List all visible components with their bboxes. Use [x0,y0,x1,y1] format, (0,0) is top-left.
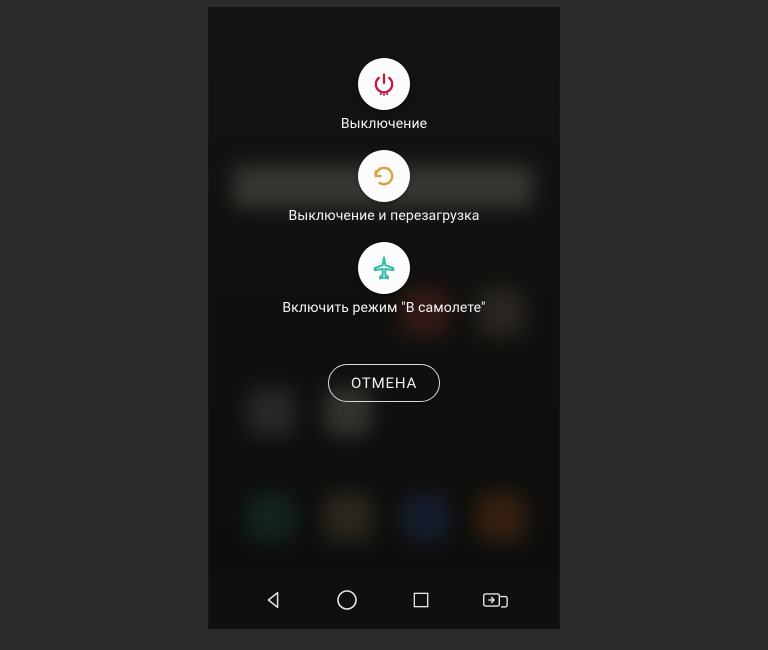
power-off-label: Выключение [341,116,427,132]
nav-recent-button[interactable] [408,587,434,613]
power-icon [358,58,410,110]
cancel-button[interactable]: ОТМЕНА [328,364,440,402]
home-icon [335,588,359,612]
navigation-bar [209,572,559,628]
airplane-icon [358,242,410,294]
nav-back-button[interactable] [260,587,286,613]
dual-window-icon [482,589,508,611]
restart-icon [358,150,410,202]
airplane-mode-option[interactable]: Включить режим "В самолете" [282,242,485,316]
airplane-mode-label: Включить режим "В самолете" [282,300,485,316]
restart-label: Выключение и перезагрузка [289,208,480,224]
phone-screen: Выключение Выключение и перезагрузка [209,8,559,628]
nav-dual-window-button[interactable] [482,587,508,613]
power-off-option[interactable]: Выключение [341,58,427,132]
page-background: Выключение Выключение и перезагрузка [0,0,768,650]
restart-option[interactable]: Выключение и перезагрузка [289,150,480,224]
power-menu-options: Выключение Выключение и перезагрузка [209,58,559,316]
power-menu-overlay: Выключение Выключение и перезагрузка [209,8,559,628]
recent-icon [411,590,431,610]
back-icon [262,589,284,611]
nav-home-button[interactable] [334,587,360,613]
